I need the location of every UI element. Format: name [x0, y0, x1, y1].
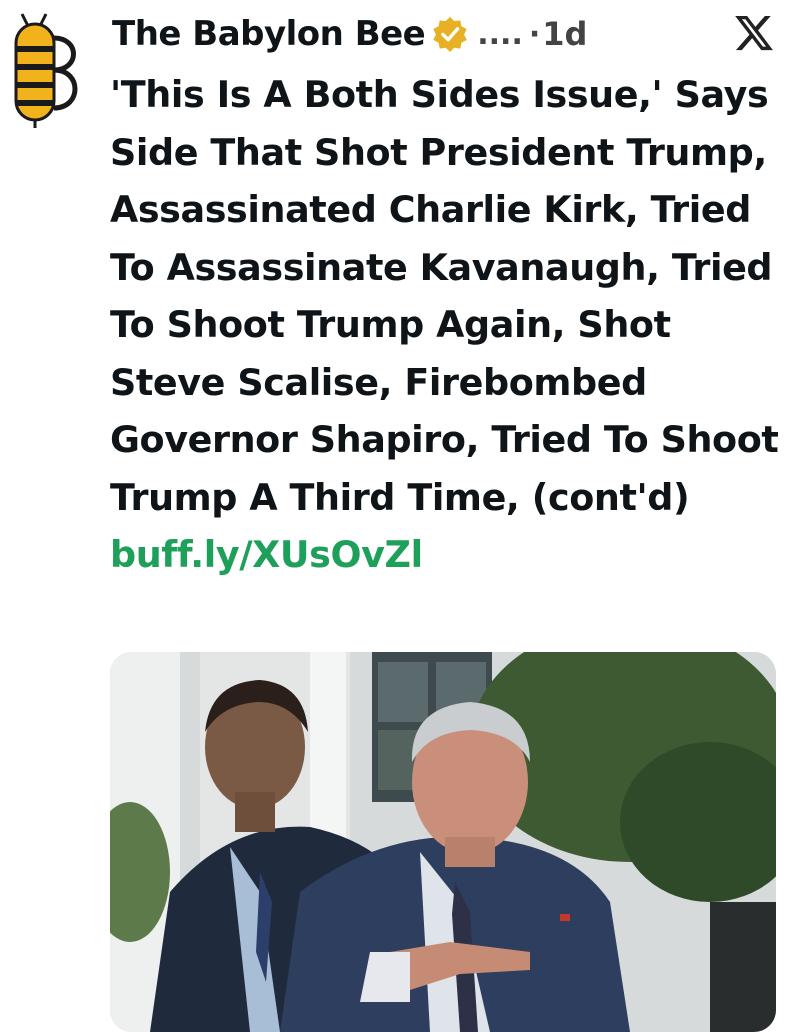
- author-handle[interactable]: ....: [477, 17, 523, 52]
- post-image[interactable]: [110, 652, 776, 1032]
- post-timestamp[interactable]: 1d: [542, 15, 587, 53]
- post-body: 'This Is A Both Sides Issue,' Says Side …: [110, 73, 779, 519]
- post-link[interactable]: buff.ly/XUsOvZl: [110, 533, 423, 576]
- post-header: The Babylon Bee .... · 1d: [112, 4, 785, 64]
- x-logo-icon[interactable]: [733, 12, 775, 54]
- post-text: 'This Is A Both Sides Issue,' Says Side …: [110, 66, 782, 584]
- bee-logo-icon: [14, 13, 78, 128]
- author-name[interactable]: The Babylon Bee: [112, 14, 426, 54]
- separator-dot: ·: [528, 16, 541, 52]
- verified-badge-icon: [433, 16, 467, 53]
- avatar[interactable]: [4, 12, 80, 128]
